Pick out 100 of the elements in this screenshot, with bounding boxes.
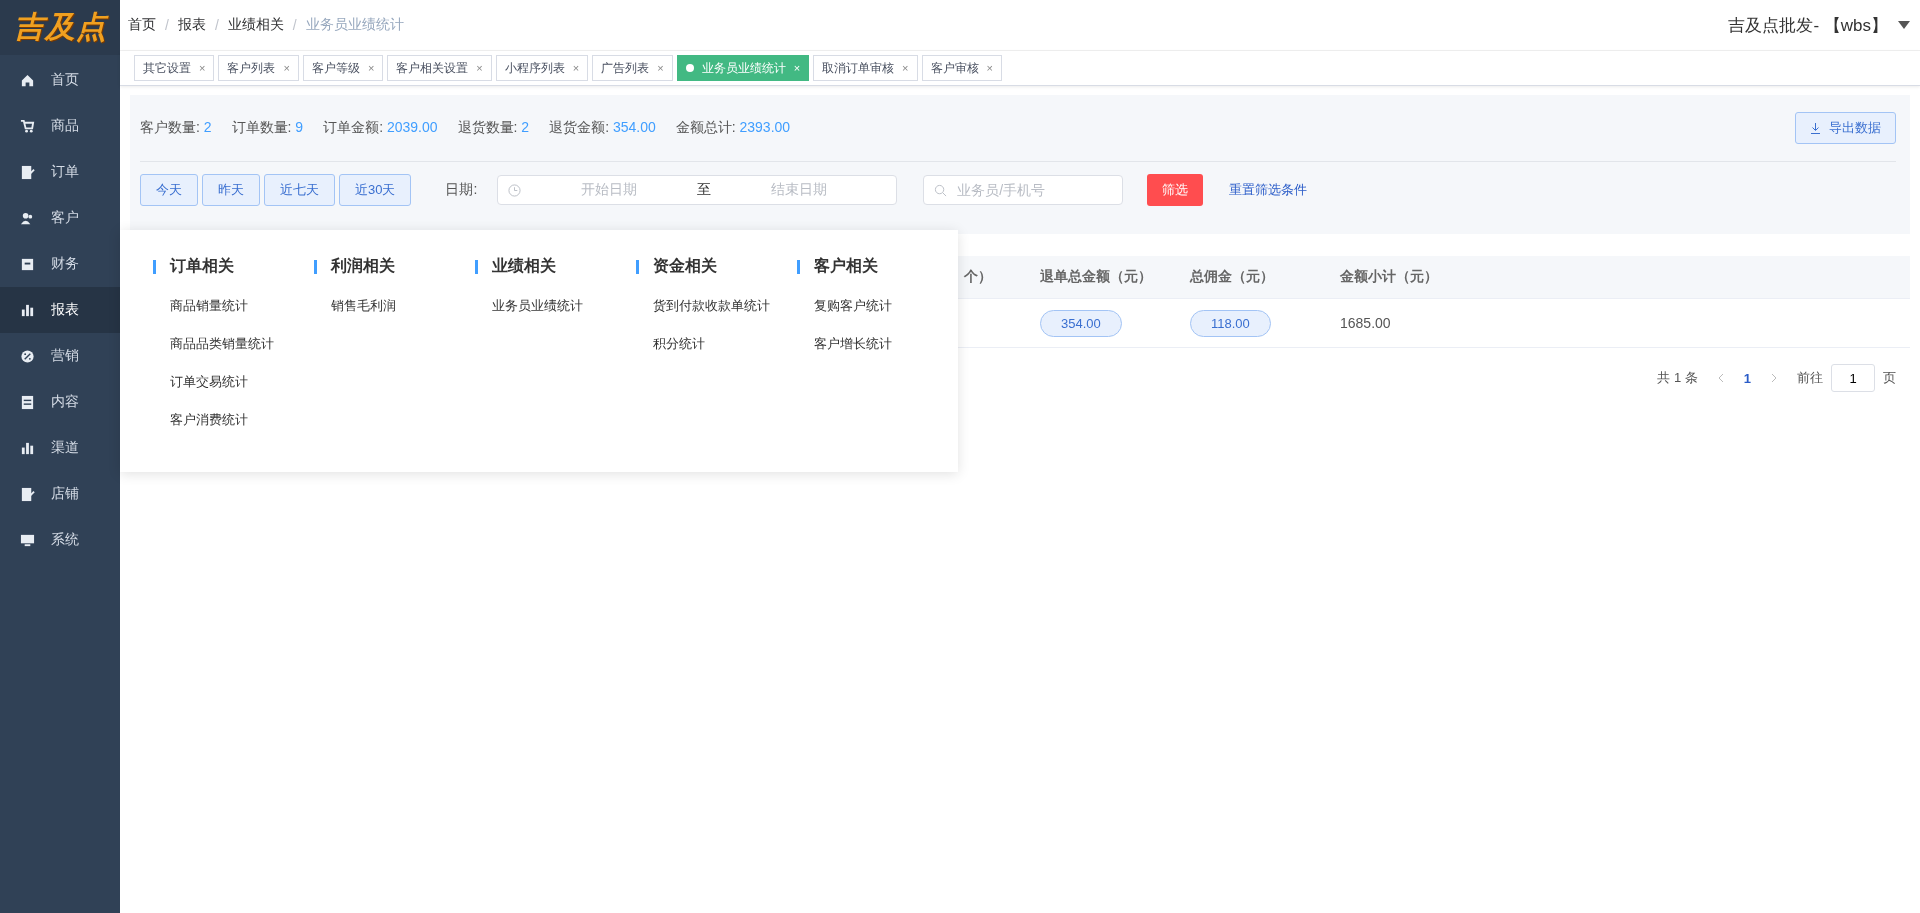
close-icon[interactable]: × [657,62,664,74]
menu-group-title: 利润相关 [331,256,395,276]
sidebar-item[interactable]: 客户 [0,195,120,241]
report-menu-item[interactable]: 商品销量统计 [170,297,314,315]
sidebar-item[interactable]: 商品 [0,103,120,149]
breadcrumb-separator: / [165,17,169,33]
menu-icon [20,210,35,226]
close-icon[interactable]: × [476,62,483,74]
date-preset-button[interactable]: 近七天 [264,174,335,206]
report-menu-item[interactable]: 货到付款收款单统计 [653,297,797,315]
date-preset-button[interactable]: 今天 [140,174,198,206]
menu-icon [20,256,35,272]
date-label: 日期: [445,181,478,199]
logo: 吉及点 [13,9,107,45]
menu-icon [20,302,35,318]
sidebar-item[interactable]: 渠道 [0,425,120,471]
report-menu-item[interactable]: 客户增长统计 [814,335,958,353]
menu-icon [20,532,35,548]
page-tab[interactable]: 客户相关设置 × [387,55,492,81]
group-marker [153,259,156,274]
page-tab[interactable]: 客户等级 × [302,55,384,81]
breadcrumb-link[interactable]: 报表 [177,16,206,34]
menu-group-title: 资金相关 [653,256,717,276]
page-number[interactable]: 1 [1743,370,1751,386]
stat-text: 订单数量: 9 [231,119,304,137]
page-tab[interactable]: 客户列表 × [218,55,299,81]
active-dot-icon [685,64,694,72]
page-tab[interactable]: 取消订单审核 × [813,55,918,81]
breadcrumb-link[interactable]: 首页 [128,16,156,34]
group-marker [314,259,317,274]
report-menu-item[interactable]: 订单交易统计 [170,373,314,391]
column-header: 个） [964,268,992,286]
sidebar-item[interactable]: 内容 [0,379,120,425]
close-icon[interactable]: × [367,62,375,74]
menu-group-title: 订单相关 [170,256,234,276]
close-icon[interactable]: × [572,62,580,74]
report-menu-item[interactable]: 销售毛利润 [331,297,475,315]
goto-label: 前往 [1797,369,1823,387]
reset-filters-link[interactable]: 重置筛选条件 [1229,181,1308,199]
group-marker [636,259,639,274]
column-header: 总佣金（元） [1190,268,1274,286]
clock-icon [508,183,522,197]
sidebar-item[interactable]: 营销 [0,333,120,379]
group-marker [475,259,478,274]
stat-text: 订单金额: 2039.00 [323,119,438,137]
table-cell: 1685.00 [1340,315,1391,331]
search-input[interactable]: 业务员/手机号 [955,181,1110,199]
column-header: 退单总金额（元） [1040,268,1152,286]
stat-text: 金额总计: 2393.00 [675,119,791,137]
menu-group-title: 业绩相关 [492,256,556,276]
date-preset-button[interactable]: 昨天 [202,174,260,206]
user-name[interactable]: 吉及点批发- 【wbs】 [1728,13,1888,37]
sidebar-item[interactable]: 财务 [0,241,120,287]
total-count: 共 1 条 [1657,369,1698,387]
report-menu-item[interactable]: 业务员业绩统计 [492,297,636,315]
amount-tag: 354.00 [1040,309,1122,337]
date-preset-button[interactable]: 近30天 [339,174,412,206]
close-icon[interactable]: × [902,62,909,74]
next-page-icon[interactable] [1769,373,1779,383]
breadcrumb-link[interactable]: 业绩相关 [227,16,284,34]
sidebar-item[interactable]: 首页 [0,57,120,103]
menu-icon [20,394,35,410]
page-tab[interactable]: 其它设置 × [134,55,215,81]
download-icon [1810,122,1821,134]
menu-icon [20,486,35,502]
page-tab[interactable]: 小程序列表 × [495,55,589,81]
stat-text: 退货金额: 354.00 [549,119,656,137]
close-icon[interactable]: × [283,62,290,74]
group-marker [797,259,800,274]
sidebar-item[interactable]: 订单 [0,149,120,195]
breadcrumb-separator: / [292,17,297,33]
search-field[interactable]: 业务员/手机号 [923,175,1124,205]
menu-icon [20,348,35,364]
close-icon[interactable]: × [199,62,206,74]
menu-icon [20,440,35,456]
report-menu-item[interactable]: 商品品类销量统计 [170,335,314,353]
menu-icon [20,164,35,180]
page-tab[interactable]: 客户审核 × [921,55,1002,81]
sidebar-item[interactable]: 系统 [0,517,120,563]
menu-group-title: 客户相关 [814,256,878,276]
caret-icon[interactable] [1898,21,1910,29]
report-menu-item[interactable]: 客户消费统计 [170,411,314,429]
date-range-field[interactable]: 开始日期 至 结束日期 [497,175,898,205]
report-menu-item[interactable]: 积分统计 [653,335,797,353]
sidebar-item[interactable]: 店铺 [0,471,120,517]
page-suffix: 页 [1883,369,1896,387]
breadcrumb-separator: / [214,17,219,33]
menu-icon [20,72,35,88]
stat-text: 退货数量: 2 [457,119,530,137]
close-icon[interactable]: × [986,62,993,74]
menu-icon [20,118,35,134]
page-tab[interactable]: 广告列表 × [592,55,673,81]
amount-tag: 118.00 [1190,309,1271,337]
sidebar-item[interactable]: 报表 [0,287,120,333]
report-menu-item[interactable]: 复购客户统计 [814,297,958,315]
page-input[interactable]: 1 [1831,364,1875,392]
export-button[interactable]: 导出数据 [1795,112,1896,144]
column-header: 金额小计（元） [1340,268,1438,286]
search-icon [934,183,948,197]
stat-text: 客户数量: 2 [140,119,212,137]
